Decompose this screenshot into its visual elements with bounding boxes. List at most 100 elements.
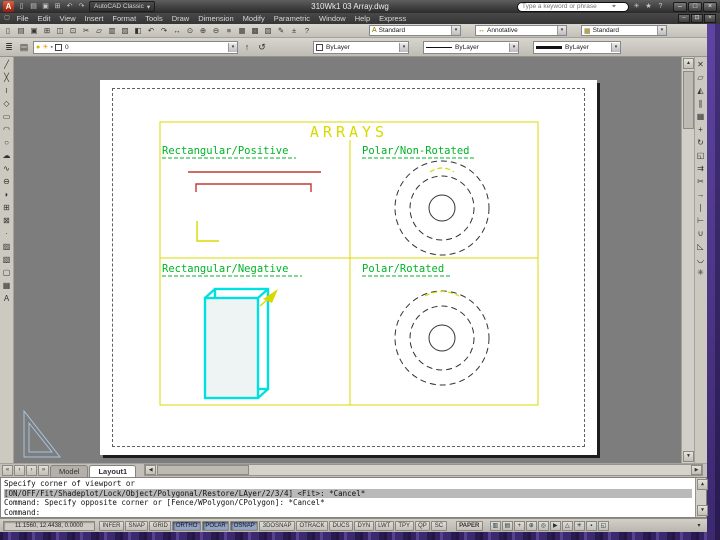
table-icon[interactable]: ▦ (1, 280, 13, 292)
color-dropdown[interactable]: ByLayer ▾ (313, 40, 409, 54)
menu-item[interactable]: Express (375, 13, 411, 24)
steering-wheel-icon[interactable]: ◎ (537, 520, 549, 531)
chevron-down-icon[interactable]: ▾ (399, 42, 408, 52)
layer-on-icon[interactable]: ● (36, 42, 40, 53)
construction-line-icon[interactable]: ╳ (1, 72, 13, 84)
match-properties-icon[interactable]: ▨ (119, 25, 131, 36)
tab-last-button[interactable]: » (38, 465, 49, 476)
command-scroll-down[interactable]: ▼ (697, 505, 708, 516)
toggle-dyn[interactable]: DYN (353, 520, 374, 531)
cut-icon[interactable]: ✂ (80, 25, 92, 36)
toggle-snap[interactable]: SNAP (125, 520, 149, 531)
rectangle-icon[interactable]: ▭ (1, 111, 13, 123)
zoom-realtime-icon[interactable]: ⊙ (184, 25, 196, 36)
command-window[interactable]: Specify corner of viewport or [ON/OFF/Fit… (0, 477, 708, 518)
toggle-infer[interactable]: INFER (99, 520, 124, 531)
toggle-polar[interactable]: POLAR (201, 520, 230, 531)
toolbar-lock-icon[interactable]: ▪ (585, 520, 597, 531)
command-scroll-up[interactable]: ▲ (697, 479, 708, 490)
paper-model-toggle[interactable]: PAPER (455, 520, 483, 531)
menu-item[interactable]: Draw (167, 13, 194, 24)
layer-freeze-icon[interactable]: ☀ (42, 42, 48, 53)
save-icon[interactable]: ▣ (28, 25, 40, 36)
menu-item[interactable]: Help (350, 13, 374, 24)
status-menu-arrow[interactable]: ▾ (694, 521, 704, 531)
doc-close-button[interactable]: × (704, 14, 716, 23)
join-icon[interactable]: ∪ (695, 228, 707, 240)
menu-item[interactable]: Window (315, 13, 351, 24)
scroll-left-button[interactable]: ◀ (145, 465, 157, 475)
search-box[interactable]: ⌖ (517, 1, 629, 12)
chamfer-icon[interactable]: ◺ (695, 241, 707, 253)
line-icon[interactable]: ╱ (1, 59, 13, 71)
tab-first-button[interactable]: « (2, 465, 13, 476)
designcenter-icon[interactable]: ▦ (236, 25, 248, 36)
point-icon[interactable]: · (1, 228, 13, 240)
scroll-down-button[interactable]: ▼ (683, 451, 694, 462)
favorites-icon[interactable]: ★ (643, 1, 654, 12)
scale-icon[interactable]: ◱ (695, 150, 707, 162)
plot-preview-icon[interactable]: ◫ (54, 25, 66, 36)
menu-item[interactable]: View (55, 13, 80, 24)
multiline-text-icon[interactable]: A (1, 293, 13, 305)
scroll-up-button[interactable]: ▲ (683, 58, 694, 69)
qnew-icon[interactable]: ▯ (16, 1, 27, 12)
layer-lock-icon[interactable]: ▪ (51, 42, 53, 53)
drawing-geometry[interactable]: ARRAYS Rectangular/Positive Polar/Non-Ro… (100, 80, 597, 455)
layer-properties-icon[interactable]: ≣ (2, 40, 16, 54)
status-zoom-icon[interactable]: ⊕ (525, 520, 537, 531)
zoom-previous-icon[interactable]: ⊖ (210, 25, 222, 36)
layer-states-icon[interactable]: ▤ (17, 40, 31, 54)
toggle-grid[interactable]: GRID (149, 520, 172, 531)
toggle-qp[interactable]: QP (414, 520, 431, 531)
polyline-icon[interactable]: ≀ (1, 85, 13, 97)
break-icon[interactable]: ⊢ (695, 215, 707, 227)
plot-icon[interactable]: ⊞ (41, 25, 53, 36)
lineweight-dropdown[interactable]: ByLayer ▾ (533, 40, 621, 54)
make-block-icon[interactable]: ⊠ (1, 215, 13, 227)
toggle-3dosnap[interactable]: 3DOSNAP (259, 520, 295, 531)
horizontal-scroll-thumb[interactable] (157, 465, 250, 475)
app-close-button[interactable]: × (703, 1, 717, 12)
hatch-icon[interactable]: ▨ (1, 241, 13, 253)
revision-cloud-icon[interactable]: ☁ (1, 150, 13, 162)
extend-icon[interactable]: → (695, 189, 707, 201)
menu-item[interactable]: Modify (238, 13, 269, 24)
toggle-otrack[interactable]: OTRACK (295, 520, 328, 531)
doc-minimize-button[interactable]: – (678, 14, 690, 23)
menu-item[interactable]: Parametric (269, 13, 314, 24)
search-icon[interactable]: ⌖ (612, 3, 616, 11)
open-icon[interactable]: ▤ (28, 1, 39, 12)
fillet-icon[interactable]: ◡ (695, 254, 707, 266)
tab-model[interactable]: Model (50, 465, 89, 477)
layout-paper[interactable]: ARRAYS Rectangular/Positive Polar/Non-Ro… (100, 80, 597, 455)
linetype-dropdown[interactable]: ByLayer ▾ (423, 40, 519, 54)
quick-view-drawings-icon[interactable]: ▤ (501, 520, 513, 531)
redo-icon[interactable]: ↷ (158, 25, 170, 36)
rotate-icon[interactable]: ↻ (695, 137, 707, 149)
menu-item[interactable]: Tools (141, 13, 168, 24)
text-style-dropdown[interactable]: A Standard ▾ (369, 25, 461, 36)
status-pan-icon[interactable]: + (513, 520, 525, 531)
drawing-window-icon[interactable]: ▢ (2, 14, 12, 23)
menu-item[interactable]: File (12, 13, 33, 24)
drawing-canvas[interactable]: ARRAYS Rectangular/Positive Polar/Non-Ro… (14, 57, 681, 463)
layer-dropdown[interactable]: ● ☀ ▪ 0 ▾ (33, 40, 238, 54)
explode-icon[interactable]: ✳ (695, 267, 707, 279)
menu-item[interactable]: Insert (80, 13, 108, 24)
menu-item[interactable]: Dimension (194, 13, 238, 24)
toggle-ortho[interactable]: ORTHO (172, 520, 201, 531)
tab-layout1[interactable]: Layout1 (89, 465, 137, 477)
scroll-right-button[interactable]: ▶ (691, 465, 702, 475)
tab-next-button[interactable]: › (26, 465, 37, 476)
open-icon[interactable]: ▤ (15, 25, 27, 36)
copy-icon[interactable]: ▱ (695, 72, 707, 84)
save-icon[interactable]: ▣ (40, 1, 51, 12)
sheetset-manager-icon[interactable]: ▧ (262, 25, 274, 36)
chevron-down-icon[interactable]: ▾ (228, 42, 237, 52)
spline-icon[interactable]: ∿ (1, 163, 13, 175)
chevron-down-icon[interactable]: ▾ (557, 26, 566, 35)
layer-previous-icon[interactable]: ↺ (255, 40, 269, 54)
toggle-lwt[interactable]: LWT (374, 520, 394, 531)
ellipse-icon[interactable]: ⊖ (1, 176, 13, 188)
